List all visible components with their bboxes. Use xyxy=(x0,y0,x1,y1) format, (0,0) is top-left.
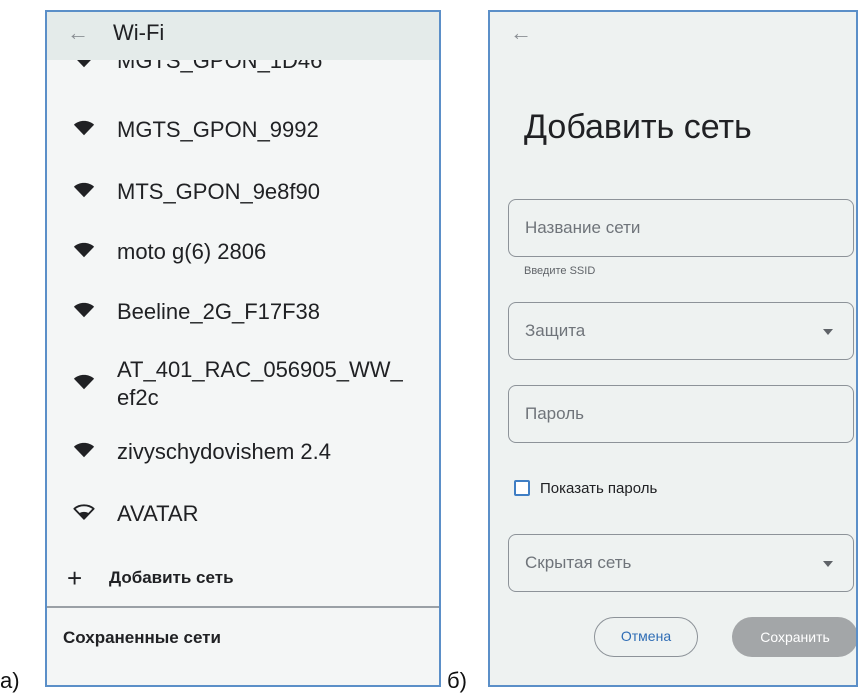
wifi-network-item[interactable]: MGTS_GPON_9992 xyxy=(47,112,439,152)
app-bar: ← Wi-Fi xyxy=(47,12,439,60)
hidden-network-dropdown[interactable]: Скрытая сеть xyxy=(508,534,854,592)
wifi-list-screen: ← Wi-Fi MGTS_GPON_1D46 MGTS_GPON_9992 MT… xyxy=(45,10,441,687)
wifi-network-name: Beeline_2G_F17F38 xyxy=(117,299,321,324)
page-title: Wi-Fi xyxy=(113,20,165,45)
cancel-button[interactable]: Отмена xyxy=(594,617,698,657)
wifi-network-name: moto g(6) 2806 xyxy=(117,239,267,264)
wifi-network-clipped[interactable]: MGTS_GPON_1D46 xyxy=(47,60,439,76)
divider xyxy=(47,606,439,608)
wifi-network-name: AVATAR xyxy=(117,501,199,526)
ssid-helper-text: Введите SSID xyxy=(524,265,596,277)
security-placeholder: Защита xyxy=(525,321,586,340)
wifi-full-icon xyxy=(73,182,95,198)
wifi-network-item[interactable]: AVATAR xyxy=(47,496,439,536)
wifi-weak-icon xyxy=(73,504,95,520)
security-dropdown[interactable]: Защита xyxy=(508,302,854,360)
hidden-network-label: Скрытая сеть xyxy=(525,553,632,572)
saved-networks-link[interactable]: Сохраненные сети xyxy=(63,628,221,648)
wifi-network-item[interactable]: AT_401_RAC_056905_WW_ef2c xyxy=(47,354,439,416)
page-title: Добавить сеть xyxy=(524,108,752,146)
wifi-full-icon xyxy=(77,60,91,68)
wifi-full-icon xyxy=(73,374,95,390)
wifi-network-name: AT_401_RAC_056905_WW_ef2c xyxy=(117,357,403,410)
password-placeholder: Пароль xyxy=(525,404,584,423)
wifi-full-icon xyxy=(73,242,95,258)
add-network-link[interactable]: Добавить сеть xyxy=(109,568,234,588)
ssid-input[interactable]: Название сети xyxy=(508,199,854,257)
wifi-network-item[interactable]: MTS_GPON_9e8f90 xyxy=(47,174,439,214)
ssid-placeholder: Название сети xyxy=(525,218,641,237)
show-password-checkbox[interactable] xyxy=(514,480,530,496)
chevron-down-icon xyxy=(823,329,833,335)
caption-a: а) xyxy=(0,668,20,693)
save-button[interactable]: Сохранить xyxy=(732,617,856,657)
show-password-label[interactable]: Показать пароль xyxy=(540,480,657,497)
wifi-network-item[interactable]: zivyschydovishem 2.4 xyxy=(47,436,439,476)
plus-icon[interactable]: + xyxy=(67,564,82,592)
wifi-network-item[interactable]: Beeline_2G_F17F38 xyxy=(47,294,439,334)
wifi-network-name: MGTS_GPON_9992 xyxy=(117,117,319,142)
wifi-full-icon xyxy=(73,120,95,136)
chevron-down-icon xyxy=(823,561,833,567)
back-arrow-icon[interactable]: ← xyxy=(510,20,532,46)
wifi-network-name: MTS_GPON_9e8f90 xyxy=(117,179,320,204)
back-arrow-icon[interactable]: ← xyxy=(67,20,89,46)
wifi-network-name: MGTS_GPON_1D46 xyxy=(117,60,323,73)
wifi-network-item[interactable]: moto g(6) 2806 xyxy=(47,234,439,274)
caption-b: б) xyxy=(447,668,467,693)
password-input[interactable]: Пароль xyxy=(508,385,854,443)
wifi-full-icon xyxy=(73,442,95,458)
wifi-full-icon xyxy=(73,302,95,318)
add-network-screen: ← Добавить сеть Название сети Введите SS… xyxy=(488,10,858,687)
wifi-network-name: zivyschydovishem 2.4 xyxy=(117,439,331,464)
